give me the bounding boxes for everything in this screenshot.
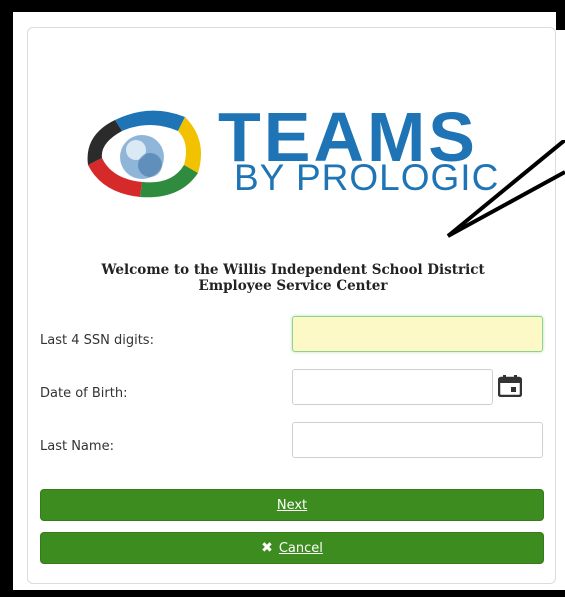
- welcome-line-1: Welcome to the Willis Independent School…: [101, 262, 485, 278]
- next-button[interactable]: Next: [40, 489, 544, 521]
- screen-border-right: [556, 0, 565, 30]
- screen-border-bottom: [0, 590, 565, 597]
- lastname-input[interactable]: [292, 422, 543, 458]
- lastname-label: Last Name:: [40, 439, 114, 454]
- ssn-label: Last 4 SSN digits:: [40, 333, 154, 348]
- welcome-line-2: Employee Service Center: [198, 278, 388, 294]
- welcome-message: Welcome to the Willis Independent School…: [40, 262, 546, 294]
- dob-input[interactable]: [292, 369, 493, 405]
- annotation-arrow: [446, 140, 565, 238]
- screen-border-left: [0, 0, 13, 597]
- calendar-icon[interactable]: [498, 375, 522, 397]
- screen-border-top: [0, 0, 565, 12]
- ssn-input[interactable]: [292, 316, 543, 352]
- prologic-ring-icon: [87, 110, 202, 198]
- cancel-button-label: Cancel: [278, 540, 323, 556]
- next-button-label: Next: [276, 497, 308, 513]
- dob-label: Date of Birth:: [40, 386, 128, 401]
- cancel-button[interactable]: ✖ Cancel: [40, 532, 544, 564]
- close-icon: ✖: [261, 540, 273, 556]
